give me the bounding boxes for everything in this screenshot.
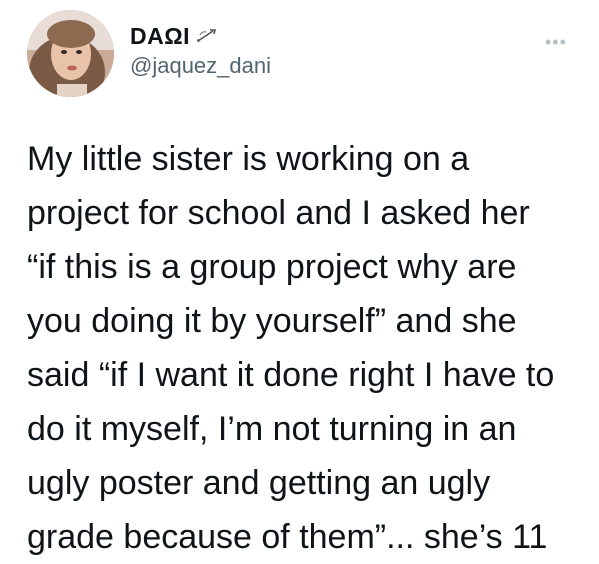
display-name[interactable]: DAΩI	[130, 23, 190, 50]
tweet-text-line: My little sister is working on a	[27, 140, 470, 178]
avatar[interactable]	[27, 10, 114, 97]
author-name-row[interactable]: DAΩI	[130, 22, 217, 50]
author-handle[interactable]: @jaquez_dani	[130, 53, 271, 79]
tweet-text-line: ugly poster and getting an ugly	[27, 464, 491, 502]
tweet-text-line: “if this is a group project why are	[27, 248, 517, 286]
more-options-icon[interactable]: •••	[545, 33, 567, 51]
tweet-text-line: you doing it by yourself” and she	[27, 302, 517, 340]
tweet-text: My little sister is working on a project…	[27, 132, 592, 564]
tweet-text-line: said “if I want it done right I have to	[27, 356, 555, 394]
tweet-text-line: do it myself, I’m not turning in an	[27, 410, 517, 448]
tweet-text-line: project for school and I asked her	[27, 194, 530, 232]
tweet-card: DAΩI @jaquez_dani ••• My little sister i…	[0, 0, 599, 560]
bow-and-arrow-icon	[196, 29, 217, 43]
avatar-photo	[27, 10, 114, 97]
tweet-text-line: grade because of them”... she’s 11	[27, 518, 548, 556]
